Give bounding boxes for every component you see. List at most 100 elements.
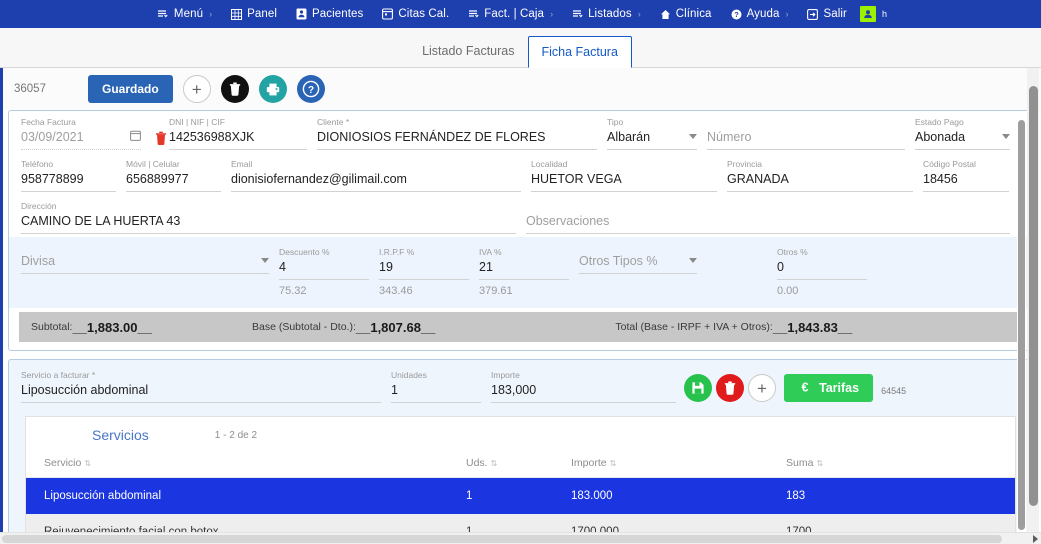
cliente-input[interactable]: DIONIOSIOS FERNÁNDEZ DE FLORES [317,128,597,150]
dni-input[interactable]: 142536988XJK [169,128,307,150]
nav-item-listados[interactable]: Listados › [562,0,650,28]
chevron-down-icon [689,258,697,263]
service-entry-row: Servicio a facturar * Liposucción abdomi… [9,360,1032,412]
iva-input[interactable]: 21 [479,258,569,280]
numero-input[interactable]: Número [707,128,905,150]
delete-invoice-button[interactable] [221,75,249,103]
sort-icon: ⇅ [84,459,91,468]
field-telefono: Teléfono 958778899 [19,153,124,195]
add-service-button[interactable]: + [748,374,776,402]
nav-item-label: Listados [588,8,632,20]
field-label: DNI | NIF | CIF [169,117,307,128]
field-iva: IVA % 21 379.61 [477,241,577,302]
add-invoice-button[interactable]: + [183,75,211,103]
tarifas-button[interactable]: € Tarifas [784,374,873,402]
help-button[interactable]: ? [297,75,325,103]
field-label: Otros % [777,247,867,258]
inner-vertical-scrollbar[interactable] [1017,120,1026,544]
column-header-servicio[interactable]: Servicio⇅ [26,449,466,478]
nav-item-panel[interactable]: Panel [221,0,286,28]
field-observaciones: Observaciones [524,195,1018,237]
email-input[interactable]: dionisiofernandez@gilimail.com [231,170,521,192]
telefono-input[interactable]: 958778899 [21,170,116,192]
base-value: __1,807.68__ [356,320,436,335]
tipo-select[interactable]: Albarán [607,128,697,150]
localidad-input[interactable]: HUETOR VEGA [531,170,717,192]
field-label: Código Postal [923,159,1009,170]
inner-scrollbar-thumb[interactable] [1018,120,1025,530]
field-cliente: Cliente * DIONIOSIOS FERNÁNDEZ DE FLORES [315,111,605,153]
horizontal-scrollbar-thumb[interactable] [2,535,1002,543]
tab-ficha-factura[interactable]: Ficha Factura [528,36,632,68]
horizontal-scrollbar[interactable] [0,532,1041,544]
nav-item-label: Ayuda [747,8,780,20]
nav-item-fact-caja[interactable]: Fact. | Caja › [458,0,562,28]
iva-computed: 379.61 [479,280,569,299]
field-direccion: Dirección CAMINO DE LA HUERTA 43 [19,195,524,237]
user-avatar-icon [860,6,876,22]
field-label: Localidad [531,159,717,170]
service-code: 64545 [881,386,906,396]
irpf-input[interactable]: 19 [379,258,469,280]
nav-item-menu[interactable]: Menú › [148,0,221,28]
field-label: I.R.P.F % [379,247,469,258]
user-account-button[interactable]: h [856,0,893,28]
vertical-scrollbar[interactable] [1027,68,1039,544]
nav-item-label: Salir [823,8,847,20]
field-servicio-a-facturar: Servicio a facturar * Liposucción abdomi… [19,364,389,406]
otros-input[interactable]: 0 [777,258,867,280]
field-estado-pago: Estado Pago Abonada [913,111,1018,153]
provincia-input[interactable]: GRANADA [727,170,913,192]
nav-item-ayuda[interactable]: ? Ayuda › [721,0,798,28]
nav-item-citas-cal[interactable]: Citas Cal. [372,0,458,28]
movil-input[interactable]: 656889977 [126,170,221,192]
importe-input[interactable]: 183,000 [491,381,676,403]
svg-text:€: € [802,380,809,394]
field-label: Cliente * [317,117,597,128]
invoice-row-3: Dirección CAMINO DE LA HUERTA 43 Observa… [9,195,1032,237]
field-label [526,201,1010,212]
calendar-picker-icon[interactable] [130,128,141,147]
otros-tipos-select[interactable]: Otros Tipos % [579,252,697,274]
descuento-input[interactable]: 4 [279,258,369,280]
divisa-value: Divisa [21,252,55,271]
services-table: Servicio⇅ Uds.⇅ Importe⇅ Suma⇅ Liposucci… [26,449,1015,544]
save-service-button[interactable] [684,374,712,402]
column-header-importe[interactable]: Importe⇅ [571,449,786,478]
column-header-suma[interactable]: Suma⇅ [786,449,1015,478]
field-descuento: Descuento % 4 75.32 [277,241,377,302]
otros-computed: 0.00 [777,280,867,299]
euro-icon: € [798,380,812,397]
nav-item-label: Panel [247,8,277,20]
nav-item-salir[interactable]: Salir [797,0,856,28]
field-movil: Móvil | Celular 656889977 [124,153,229,195]
chevron-right-icon: › [209,9,212,19]
unidades-input[interactable]: 1 [391,381,481,403]
servicio-input[interactable]: Liposucción abdominal [21,381,381,403]
clear-fecha-button[interactable] [155,131,167,151]
home-icon [659,8,672,21]
subtotal-label: Subtotal: [31,321,72,333]
codigo-postal-input[interactable]: 18456 [923,170,1009,192]
delete-service-button[interactable] [716,374,744,402]
nav-item-clinica[interactable]: Clínica [650,0,721,28]
saved-status-button[interactable]: Guardado [88,75,173,103]
nav-item-label: Clínica [676,8,712,20]
tab-listado-facturas[interactable]: Listado Facturas [409,35,527,67]
top-navigation-bar: Menú › Panel Pacientes Citas Cal. Fact. … [0,0,1041,28]
question-circle-icon: ? [730,8,743,21]
services-table-header: Servicios 1 - 2 de 2 [26,417,1015,449]
observaciones-input[interactable]: Observaciones [526,212,1010,234]
estado-pago-select[interactable]: Abonada [915,128,1010,150]
svg-text:?: ? [734,10,739,19]
nav-item-pacientes[interactable]: Pacientes [286,0,372,28]
fecha-factura-input[interactable]: 03/09/2021 [21,128,141,150]
divisa-select[interactable]: Divisa [21,252,269,274]
scrollbar-thumb[interactable] [1029,86,1038,506]
scroll-right-arrow-icon[interactable] [1033,535,1038,543]
column-header-uds[interactable]: Uds.⇅ [466,449,571,478]
direccion-input[interactable]: CAMINO DE LA HUERTA 43 [21,212,516,234]
table-row[interactable]: Liposucción abdominal 1 183.000 183 [26,478,1015,515]
sort-icon: ⇅ [610,459,617,468]
print-invoice-button[interactable] [259,75,287,103]
